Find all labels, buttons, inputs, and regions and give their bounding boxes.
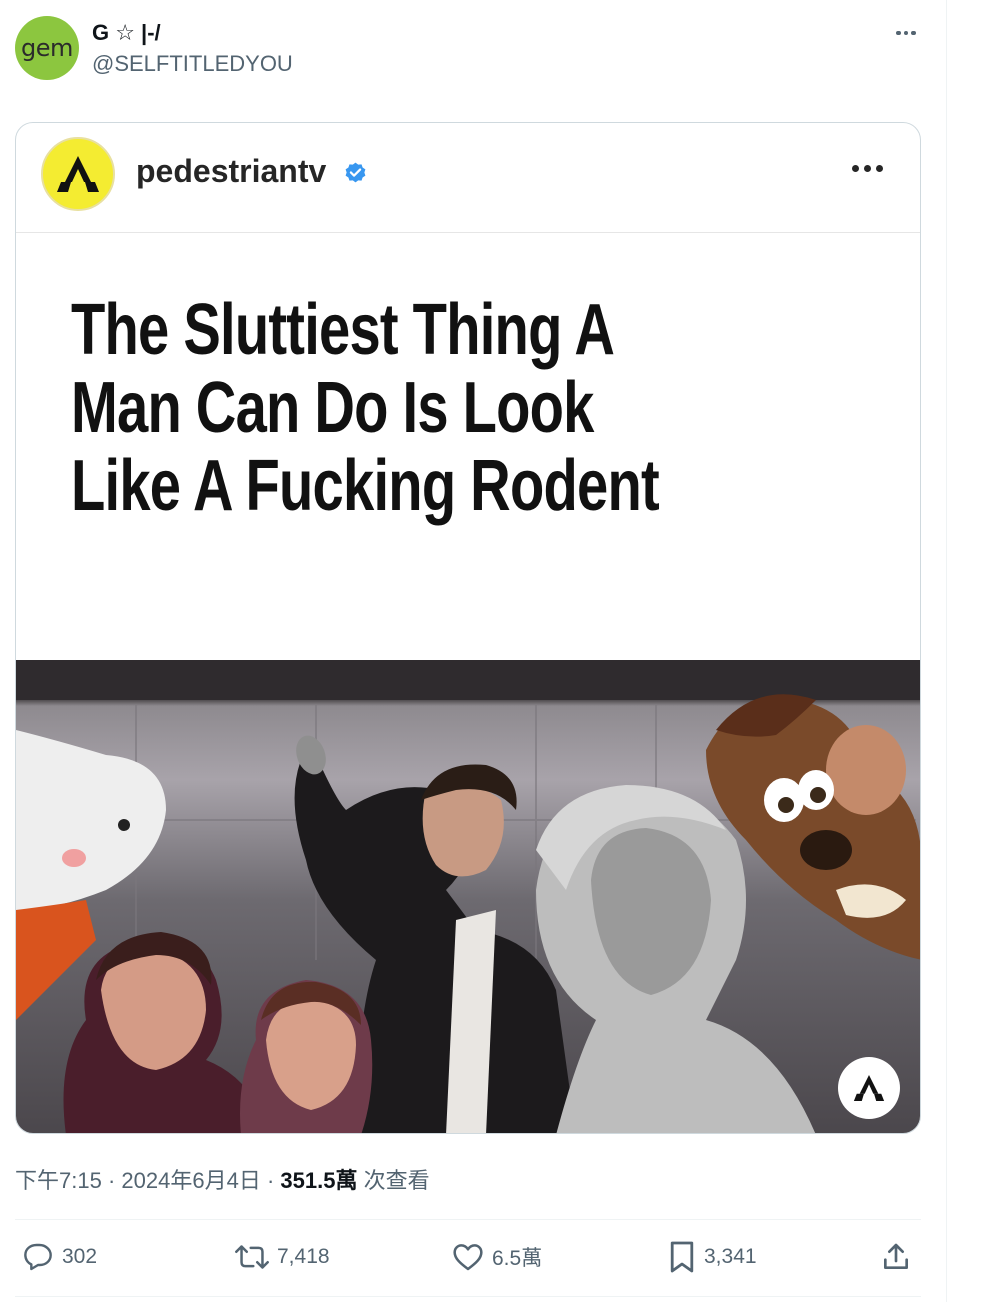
tweet-time[interactable]: 下午7:15: [15, 1168, 102, 1193]
bookmark-button[interactable]: 3,341: [668, 1240, 757, 1274]
embedded-more-icon[interactable]: [852, 165, 883, 172]
divider: [15, 1219, 921, 1220]
verified-badge-icon: [345, 162, 366, 183]
share-button[interactable]: [880, 1240, 912, 1274]
repost-icon: [235, 1245, 269, 1269]
bookmark-count: 3,341: [704, 1245, 757, 1268]
user-handle[interactable]: @SELFTITLEDYOU: [92, 51, 293, 77]
user-avatar[interactable]: gem: [15, 16, 79, 80]
collage-illustration: [16, 660, 920, 1133]
more-options-icon[interactable]: [890, 24, 922, 42]
reply-button[interactable]: 302: [22, 1240, 97, 1274]
avatar-text: gem: [21, 34, 73, 62]
like-button[interactable]: 6.5萬: [452, 1240, 542, 1274]
repost-count: 7,418: [277, 1245, 330, 1268]
article-headline: The Sluttiest Thing A Man Can Do Is Look…: [71, 290, 660, 526]
pedestriantv-logo[interactable]: [41, 137, 115, 211]
tweet-meta: 下午7:15 · 2024年6月4日 · 351.5萬 次查看: [15, 1163, 430, 1195]
tweet-date[interactable]: 2024年6月4日: [121, 1168, 260, 1193]
reply-count: 302: [62, 1245, 98, 1268]
column-divider: [946, 0, 947, 1302]
meta-separator: ·: [107, 1168, 122, 1193]
meta-separator: ·: [266, 1168, 281, 1193]
photo-watermark-logo: [838, 1057, 900, 1119]
embedded-account-name[interactable]: pedestriantv: [136, 153, 326, 190]
bookmark-icon: [670, 1241, 694, 1273]
display-name[interactable]: G ☆ |-/: [92, 20, 161, 46]
embedded-post-header: pedestriantv: [16, 123, 920, 233]
reply-icon: [24, 1243, 52, 1271]
views-label: 次查看: [363, 1168, 430, 1193]
views-count: 351.5萬: [280, 1168, 358, 1193]
like-count: 6.5萬: [492, 1247, 543, 1270]
share-icon: [884, 1243, 908, 1269]
heart-icon: [453, 1244, 483, 1271]
divider: [15, 1296, 921, 1297]
embedded-post-card[interactable]: pedestriantv The Sluttiest Thing A Man C…: [15, 122, 921, 1134]
repost-button[interactable]: 7,418: [235, 1240, 330, 1274]
collage-photo: [16, 660, 920, 1133]
